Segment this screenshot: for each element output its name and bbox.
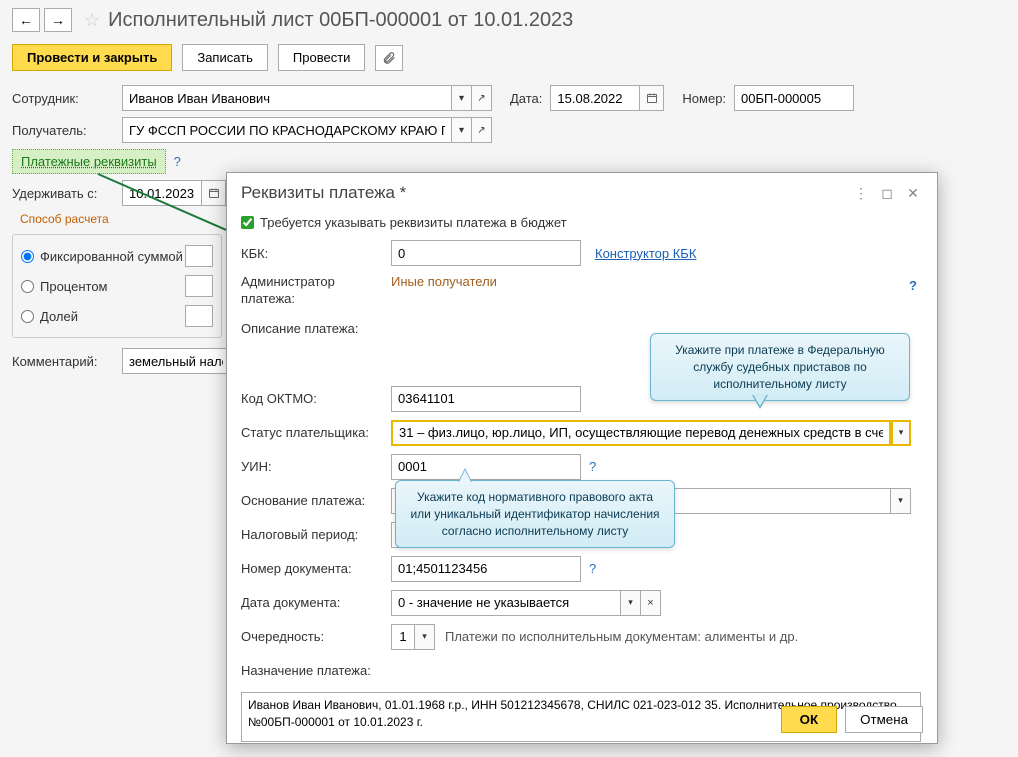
basis-label: Основание платежа: [241, 493, 391, 508]
method-share-radio-input[interactable] [21, 310, 34, 323]
priority-hint: Платежи по исполнительным документам: ал… [445, 629, 798, 644]
number-input[interactable] [734, 85, 854, 111]
withhold-from-input[interactable] [122, 180, 202, 206]
dialog-body: Требуется указывать реквизиты платежа в … [227, 211, 937, 745]
ok-button[interactable]: ОК [781, 706, 838, 733]
admin-value: Иные получатели [391, 274, 497, 289]
desc-label: Описание платежа: [241, 321, 391, 336]
recipient-open-button[interactable]: ↗ [472, 117, 492, 143]
payment-details-link[interactable]: Платежные реквизиты [12, 149, 166, 174]
calc-method-group: Фиксированной суммой Процентом Долей [12, 234, 222, 338]
back-button[interactable]: ← [12, 8, 40, 32]
calendar-icon [208, 187, 220, 199]
tax-period-label: Налоговый период: [241, 527, 391, 542]
kbk-label: КБК: [241, 246, 391, 261]
dialog-footer: ОК Отмена [781, 706, 923, 733]
doc-num-label: Номер документа: [241, 561, 391, 576]
post-and-close-button[interactable]: Провести и закрыть [12, 44, 172, 71]
doc-num-help-icon[interactable]: ? [589, 561, 596, 576]
uin-callout: Укажите код нормативного правового акта … [395, 480, 675, 548]
method-fixed-radio[interactable]: Фиксированной суммой [13, 241, 221, 271]
recipient-label: Получатель: [12, 123, 122, 138]
priority-label: Очередность: [241, 629, 391, 644]
method-percent-label: Процентом [40, 279, 108, 294]
payer-status-input[interactable] [391, 420, 891, 446]
payment-details-help-icon[interactable]: ? [174, 154, 181, 169]
header-bar: ← → ☆ Исполнительный лист 00БП-000001 от… [0, 0, 1018, 40]
withhold-from-label: Удерживать с: [12, 186, 122, 201]
date-label: Дата: [510, 91, 542, 106]
doc-date-dropdown-button[interactable]: ▾ [621, 590, 641, 616]
post-button[interactable]: Провести [278, 44, 366, 71]
method-fixed-value[interactable] [185, 245, 213, 267]
budget-requisites-label: Требуется указывать реквизиты платежа в … [260, 215, 567, 230]
doc-num-input[interactable] [391, 556, 581, 582]
budget-requisites-checkbox[interactable] [241, 216, 254, 229]
number-label: Номер: [682, 91, 726, 106]
withhold-from-calendar-button[interactable] [202, 180, 226, 206]
method-share-label: Долей [40, 309, 78, 324]
employee-input[interactable] [122, 85, 452, 111]
method-percent-value[interactable] [185, 275, 213, 297]
employee-open-button[interactable]: ↗ [472, 85, 492, 111]
comment-input[interactable] [122, 348, 230, 374]
uin-label: УИН: [241, 459, 391, 474]
priority-input[interactable] [391, 624, 415, 650]
toolbar: Провести и закрыть Записать Провести [0, 40, 1018, 85]
uin-input[interactable] [391, 454, 581, 480]
doc-date-clear-button[interactable]: × [641, 590, 661, 616]
dialog-menu-icon[interactable]: ⋮ [851, 183, 871, 203]
comment-label: Комментарий: [12, 354, 122, 369]
method-fixed-radio-input[interactable] [21, 250, 34, 263]
method-share-value[interactable] [185, 305, 213, 327]
cancel-button[interactable]: Отмена [845, 706, 923, 733]
dialog-close-icon[interactable]: ✕ [903, 183, 923, 203]
basis-dropdown-button[interactable]: ▾ [891, 488, 911, 514]
forward-button[interactable]: → [44, 8, 72, 32]
payment-requisites-dialog: Реквизиты платежа * ⋮ ◻ ✕ Требуется указ… [226, 172, 938, 744]
uin-callout-tail-inner [459, 470, 471, 482]
method-percent-radio-input[interactable] [21, 280, 34, 293]
paperclip-icon [382, 51, 396, 65]
method-percent-radio[interactable]: Процентом [13, 271, 221, 301]
payer-status-label: Статус плательщика: [241, 425, 391, 440]
employee-label: Сотрудник: [12, 91, 122, 106]
priority-dropdown-button[interactable]: ▾ [415, 624, 435, 650]
attachments-button[interactable] [375, 45, 403, 71]
date-input[interactable] [550, 85, 640, 111]
status-callout: Укажите при платеже в Федеральную службу… [650, 333, 910, 401]
dialog-detach-icon[interactable]: ◻ [877, 183, 897, 203]
dialog-title: Реквизиты платежа * [241, 183, 845, 203]
admin-label: Администратор платежа: [241, 274, 391, 308]
favorite-star-icon[interactable]: ☆ [84, 10, 100, 31]
calendar-icon [646, 92, 658, 104]
save-button[interactable]: Записать [182, 44, 268, 71]
date-calendar-button[interactable] [640, 85, 664, 111]
employee-dropdown-button[interactable]: ▾ [452, 85, 472, 111]
admin-help-icon[interactable]: ? [909, 278, 917, 293]
uin-help-icon[interactable]: ? [589, 459, 596, 474]
recipient-input[interactable] [122, 117, 452, 143]
status-callout-tail-inner [753, 394, 767, 406]
method-share-radio[interactable]: Долей [13, 301, 221, 331]
dialog-header: Реквизиты платежа * ⋮ ◻ ✕ [227, 173, 937, 211]
doc-date-label: Дата документа: [241, 595, 391, 610]
oktmo-input[interactable] [391, 386, 581, 412]
method-fixed-label: Фиксированной суммой [40, 249, 183, 264]
kbk-constructor-link[interactable]: Конструктор КБК [595, 246, 696, 261]
page-title: Исполнительный лист 00БП-000001 от 10.01… [108, 9, 573, 32]
kbk-input[interactable] [391, 240, 581, 266]
payer-status-dropdown-button[interactable]: ▾ [891, 420, 911, 446]
purpose-label: Назначение платежа: [241, 663, 371, 678]
oktmo-label: Код ОКТМО: [241, 391, 391, 406]
recipient-dropdown-button[interactable]: ▾ [452, 117, 472, 143]
doc-date-input[interactable] [391, 590, 621, 616]
